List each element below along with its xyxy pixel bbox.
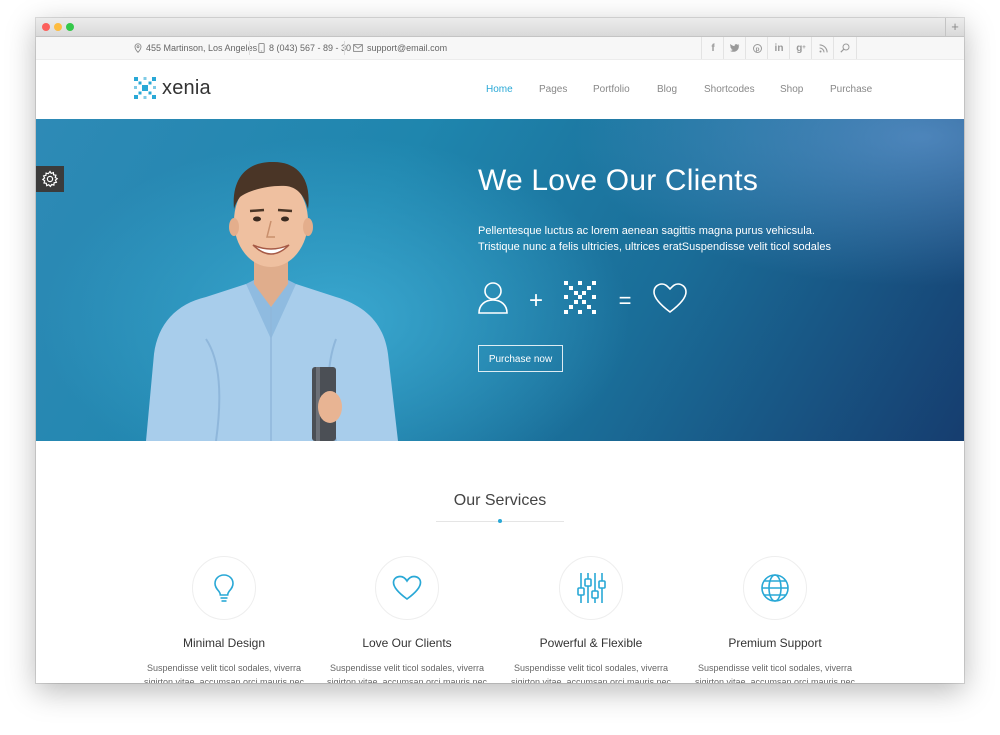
logo[interactable]: xenia xyxy=(133,76,211,100)
hero-description-line: Pellentesque luctus ac lorem aenean sagi… xyxy=(478,225,815,237)
top-info-bar: 455 Martinson, Los Angeles 8 (043) 567 -… xyxy=(36,37,964,60)
xenia-mark-icon xyxy=(564,281,596,314)
nav-shortcodes[interactable]: Shortcodes xyxy=(704,60,755,119)
services-title: Our Services xyxy=(453,492,547,509)
service-icon-circle xyxy=(375,556,439,620)
googleplus-icon[interactable]: g + xyxy=(789,37,812,59)
email-item[interactable]: support@email.com xyxy=(353,37,447,59)
phone-item: 8 (043) 567 - 89 - 30 xyxy=(258,37,351,59)
hero-equation: + = xyxy=(478,279,698,324)
hero-banner: We Love Our Clients Pellentesque luctus … xyxy=(36,119,964,441)
service-title: Premium Support xyxy=(728,636,822,650)
twitter-icon[interactable] xyxy=(723,37,746,59)
plus-sign: + xyxy=(529,287,543,314)
service-icon-circle xyxy=(192,556,256,620)
email-text: support@email.com xyxy=(367,43,448,53)
close-window-button[interactable] xyxy=(42,23,50,31)
hero-glow xyxy=(544,119,964,299)
service-text-line: Suspendisse velit ticol sodales, viverra xyxy=(513,663,669,673)
service-item: Minimal Design Suspendisse velit ticol s… xyxy=(134,556,314,683)
browser-titlebar: + xyxy=(36,18,964,37)
zoom-window-button[interactable] xyxy=(66,23,74,31)
service-icon-circle xyxy=(559,556,623,620)
rss-icon[interactable] xyxy=(811,37,834,59)
gear-icon xyxy=(41,170,59,188)
minimize-window-button[interactable] xyxy=(54,23,62,31)
user-icon xyxy=(478,282,508,314)
service-text-line: Suspendisse velit ticol sodales, viverra xyxy=(146,663,302,673)
service-text-line: sigirton vitae, accumsan orci mauris nec xyxy=(694,677,856,683)
phone-text: 8 (043) 567 - 89 - 30 xyxy=(269,43,352,53)
lightbulb-icon xyxy=(214,574,234,602)
heart-icon xyxy=(392,575,422,601)
search-icon[interactable] xyxy=(833,37,857,59)
service-description: Suspendisse velit ticol sodales, viverra… xyxy=(685,661,865,683)
hero-description-line: Tristique nunc a felis ultricies, ultric… xyxy=(478,241,831,253)
nav-pages[interactable]: Pages xyxy=(539,60,567,119)
settings-toggle[interactable] xyxy=(36,166,64,192)
globe-icon xyxy=(761,574,789,602)
purchase-now-button[interactable]: Purchase now xyxy=(478,345,563,372)
sliders-icon xyxy=(577,573,606,603)
logo-text: xenia xyxy=(162,76,211,99)
service-item: Powerful & Flexible Suspendisse velit ti… xyxy=(501,556,681,683)
address-text: 455 Martinson, Los Angeles xyxy=(146,43,258,53)
address-item: 455 Martinson, Los Angeles xyxy=(134,37,257,59)
nav-portfolio[interactable]: Portfolio xyxy=(593,60,630,119)
service-title: Powerful & Flexible xyxy=(539,636,643,650)
services-divider-dot xyxy=(498,519,502,523)
service-text-line: sigirton vitae, accumsan orci mauris nec xyxy=(143,677,305,683)
service-text-line: sigirton vitae, accumsan orci mauris nec xyxy=(510,677,672,683)
service-item: Love Our Clients Suspendisse velit ticol… xyxy=(317,556,497,683)
divider xyxy=(249,41,250,55)
nav-blog[interactable]: Blog xyxy=(657,60,677,119)
nav-home[interactable]: Home xyxy=(486,60,513,119)
hero-title: We Love Our Clients xyxy=(478,164,759,197)
service-title: Minimal Design xyxy=(182,636,266,650)
hero-description: Pellentesque luctus ac lorem aenean sagi… xyxy=(478,223,858,255)
pinterest-icon[interactable]: p xyxy=(745,37,768,59)
xenia-logo-icon xyxy=(134,77,156,99)
site-header: xenia Home Pages Portfolio Blog Shortcod… xyxy=(36,60,964,119)
browser-window: + 455 Martinson, Los Angeles 8 (043) 567… xyxy=(36,18,964,683)
facebook-icon[interactable]: f xyxy=(701,37,724,59)
new-tab-button[interactable]: + xyxy=(945,18,964,36)
location-pin-icon xyxy=(134,43,142,53)
heart-icon xyxy=(653,283,687,314)
phone-icon xyxy=(258,43,265,53)
service-title: Love Our Clients xyxy=(362,636,452,650)
service-description: Suspendisse velit ticol sodales, viverra… xyxy=(501,661,681,683)
service-icon-circle xyxy=(743,556,807,620)
divider xyxy=(344,41,345,55)
service-text-line: sigirton vitae, accumsan orci mauris nec xyxy=(326,677,488,683)
linkedin-icon[interactable]: in xyxy=(767,37,790,59)
service-item: Premium Support Suspendisse velit ticol … xyxy=(685,556,865,683)
service-description: Suspendisse velit ticol sodales, viverra… xyxy=(317,661,497,683)
equals-sign: = xyxy=(619,288,632,313)
service-description: Suspendisse velit ticol sodales, viverra… xyxy=(134,661,314,683)
svg-text:p: p xyxy=(755,46,759,53)
hero-person-image xyxy=(146,161,398,441)
envelope-icon xyxy=(353,44,363,52)
nav-shop[interactable]: Shop xyxy=(780,60,803,119)
nav-purchase[interactable]: Purchase xyxy=(830,60,872,119)
service-text-line: Suspendisse velit ticol sodales, viverra xyxy=(329,663,485,673)
service-text-line: Suspendisse velit ticol sodales, viverra xyxy=(697,663,853,673)
